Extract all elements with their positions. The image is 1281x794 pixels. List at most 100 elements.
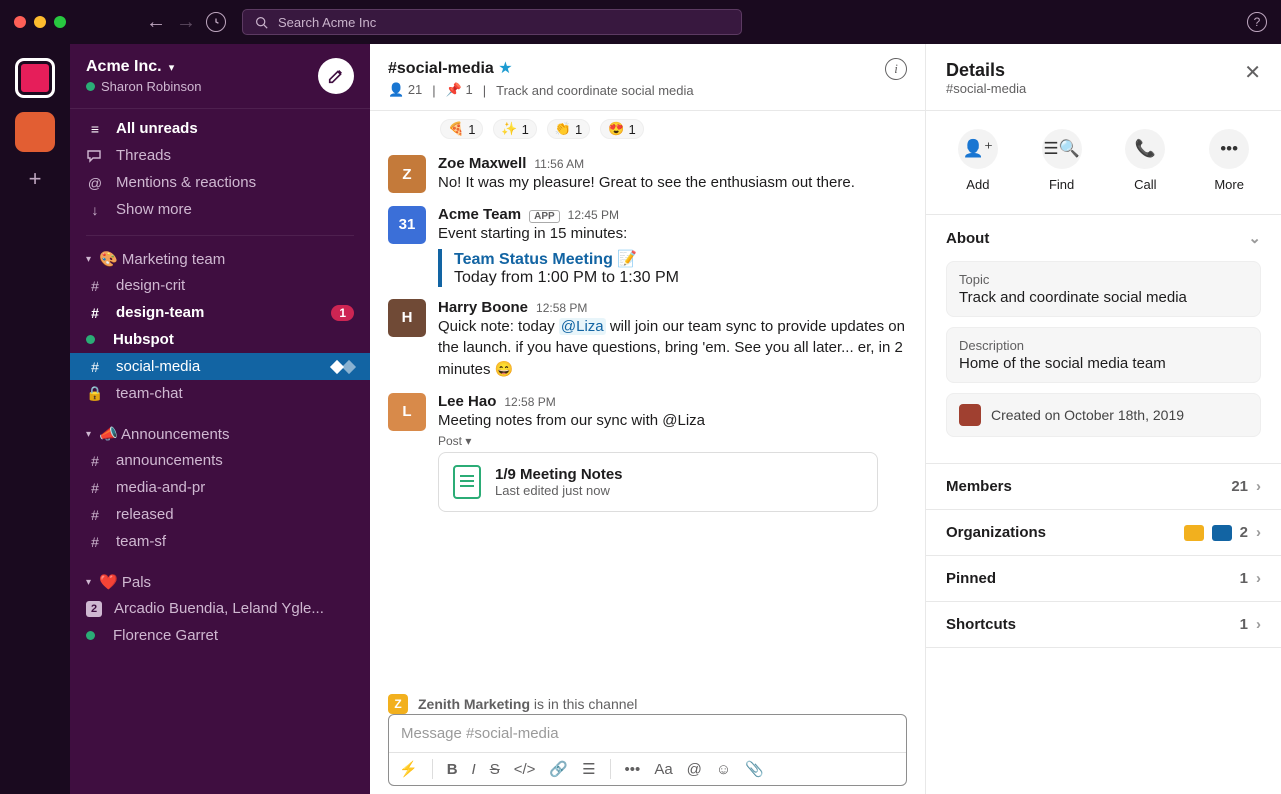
sidebar-item-team-chat[interactable]: 🔒team-chat	[70, 380, 370, 407]
nav-mentions[interactable]: @Mentions & reactions	[70, 169, 370, 196]
sidebar-item-social-media[interactable]: #social-media	[70, 353, 370, 380]
avatar[interactable]: H	[388, 299, 426, 337]
user-mention[interactable]: @Liza	[559, 318, 606, 335]
message: Z Zoe Maxwell11:56 AM No! It was my plea…	[388, 149, 907, 200]
add-workspace-button[interactable]: +	[29, 166, 42, 192]
star-icon[interactable]: ★	[498, 60, 512, 77]
history-clock-icon[interactable]	[206, 12, 226, 32]
document-card[interactable]: 1/9 Meeting NotesLast edited just now	[438, 452, 878, 512]
close-details-button[interactable]: ✕	[1244, 60, 1261, 85]
mention-button[interactable]: @	[687, 761, 702, 778]
workspace-rail: +	[0, 44, 70, 794]
help-icon[interactable]: ?	[1247, 12, 1267, 32]
font-button[interactable]: Aa	[654, 761, 672, 778]
italic-button[interactable]: I	[472, 761, 476, 778]
sidebar-item-media-and-pr[interactable]: #media-and-pr	[70, 474, 370, 501]
nav-show-more[interactable]: ↓Show more	[70, 196, 370, 223]
sidebar-item-design-crit[interactable]: #design-crit	[70, 272, 370, 299]
document-title: 1/9 Meeting Notes	[495, 466, 623, 483]
avatar[interactable]: Z	[388, 155, 426, 193]
reaction-chip[interactable]: 👏1	[547, 119, 590, 139]
sidebar-item-florence-garret[interactable]: Florence Garret	[70, 622, 370, 649]
sidebar-item-label: design-crit	[116, 277, 185, 294]
sidebar-item-announcements[interactable]: #announcements	[70, 447, 370, 474]
reaction-chip[interactable]: 🍕1	[440, 119, 483, 139]
message-composer[interactable]: Message #social-media ⚡ B I S </> 🔗 ☰ ••…	[388, 714, 907, 786]
reaction-chip[interactable]: ✨1	[493, 119, 536, 139]
more-format-button[interactable]: •••	[625, 761, 641, 778]
window-traffic-lights	[14, 16, 66, 28]
nav-threads[interactable]: Threads	[70, 142, 370, 169]
event-card[interactable]: Team Status Meeting 📝 Today from 1:00 PM…	[438, 249, 907, 287]
close-window-dot[interactable]	[14, 16, 26, 28]
members-row[interactable]: Members21›	[926, 464, 1281, 509]
sidebar-section-header[interactable]: ▾📣 Announcements	[70, 417, 370, 447]
sidebar-item-team-sf[interactable]: #team-sf	[70, 528, 370, 555]
sidebar-section-header[interactable]: ▾❤️ Pals	[70, 565, 370, 595]
link-button[interactable]: 🔗	[549, 760, 568, 778]
post-type-label[interactable]: Post ▾	[438, 434, 907, 448]
message-author[interactable]: Acme Team	[438, 206, 521, 223]
message: H Harry Boone12:58 PM Quick note: today …	[388, 293, 907, 387]
sidebar-item-released[interactable]: #released	[70, 501, 370, 528]
forward-arrow-icon[interactable]: →	[176, 11, 196, 34]
sidebar-section-header[interactable]: ▾🎨 Marketing team	[70, 242, 370, 272]
code-button[interactable]: </>	[514, 761, 536, 778]
org-chip-acme	[1212, 525, 1232, 541]
back-arrow-icon[interactable]: ←	[146, 11, 166, 34]
channel-info-icon[interactable]: i	[885, 58, 907, 80]
strike-button[interactable]: S	[490, 761, 500, 778]
details-find-button[interactable]: ☰🔍Find	[1042, 129, 1082, 192]
sidebar-item-label: Florence Garret	[113, 627, 218, 644]
description-value[interactable]: Home of the social media team	[959, 355, 1248, 372]
details-add-button[interactable]: 👤⁺Add	[958, 129, 998, 192]
search-input[interactable]: Search Acme Inc	[242, 9, 742, 35]
about-section-header[interactable]: About ⌄	[926, 215, 1281, 261]
organizations-row[interactable]: Organizations2›	[926, 510, 1281, 555]
channel-title[interactable]: #social-media	[388, 60, 494, 77]
event-link[interactable]: Team Status Meeting	[454, 251, 613, 268]
sidebar-item-arcadio-buendia-leland-ygle-[interactable]: 2Arcadio Buendia, Leland Ygle...	[70, 595, 370, 622]
details-more-button[interactable]: •••More	[1209, 129, 1249, 192]
message-author[interactable]: Lee Hao	[438, 393, 496, 410]
shortcut-icon[interactable]: ⚡	[399, 760, 418, 778]
message-author[interactable]: Zoe Maxwell	[438, 155, 526, 172]
sidebar-item-hubspot[interactable]: Hubspot	[70, 326, 370, 353]
list-button[interactable]: ☰	[582, 760, 595, 778]
minimize-window-dot[interactable]	[34, 16, 46, 28]
event-time: Today from 1:00 PM to 1:30 PM	[454, 269, 907, 287]
shortcuts-row[interactable]: Shortcuts1›	[926, 602, 1281, 647]
attach-button[interactable]: 📎	[745, 760, 764, 778]
created-text: Created on October 18th, 2019	[991, 407, 1184, 423]
message-time: 11:56 AM	[534, 157, 584, 171]
sidebar-item-label: team-chat	[116, 385, 183, 402]
channel-prefix-icon: #	[86, 507, 104, 523]
more-icon: •••	[1209, 129, 1249, 169]
nav-all-unreads[interactable]: ≡All unreads	[70, 115, 370, 142]
compose-button[interactable]	[318, 58, 354, 94]
find-icon: ☰🔍	[1042, 129, 1082, 169]
dm-count-badge: 2	[86, 601, 102, 617]
message: L Lee Hao12:58 PM Meeting notes from our…	[388, 387, 907, 518]
pinned-row[interactable]: Pinned1›	[926, 556, 1281, 601]
details-call-button[interactable]: 📞Call	[1125, 129, 1165, 192]
workspace-name[interactable]: Acme Inc.	[86, 58, 162, 75]
bold-button[interactable]: B	[447, 761, 458, 778]
emoji-button[interactable]: ☺	[716, 761, 731, 778]
pinned-count[interactable]: 📌 1	[446, 82, 473, 98]
compose-input[interactable]: Message #social-media	[389, 715, 906, 752]
avatar[interactable]: L	[388, 393, 426, 431]
channel-topic[interactable]: Track and coordinate social media	[496, 83, 694, 98]
topic-value[interactable]: Track and coordinate social media	[959, 289, 1248, 306]
message-author[interactable]: Harry Boone	[438, 299, 528, 316]
member-count[interactable]: 👤 21	[388, 82, 422, 98]
avatar[interactable]: 31	[388, 206, 426, 244]
sidebar-item-design-team[interactable]: #design-team1	[70, 299, 370, 326]
workspace-tile-acme[interactable]	[15, 58, 55, 98]
chevron-right-icon: ›	[1256, 570, 1261, 587]
document-icon	[453, 465, 481, 499]
reaction-chip[interactable]: 😍1	[600, 119, 643, 139]
workspace-tile-2[interactable]	[15, 112, 55, 152]
maximize-window-dot[interactable]	[54, 16, 66, 28]
chevron-down-icon: ▾	[169, 62, 175, 74]
